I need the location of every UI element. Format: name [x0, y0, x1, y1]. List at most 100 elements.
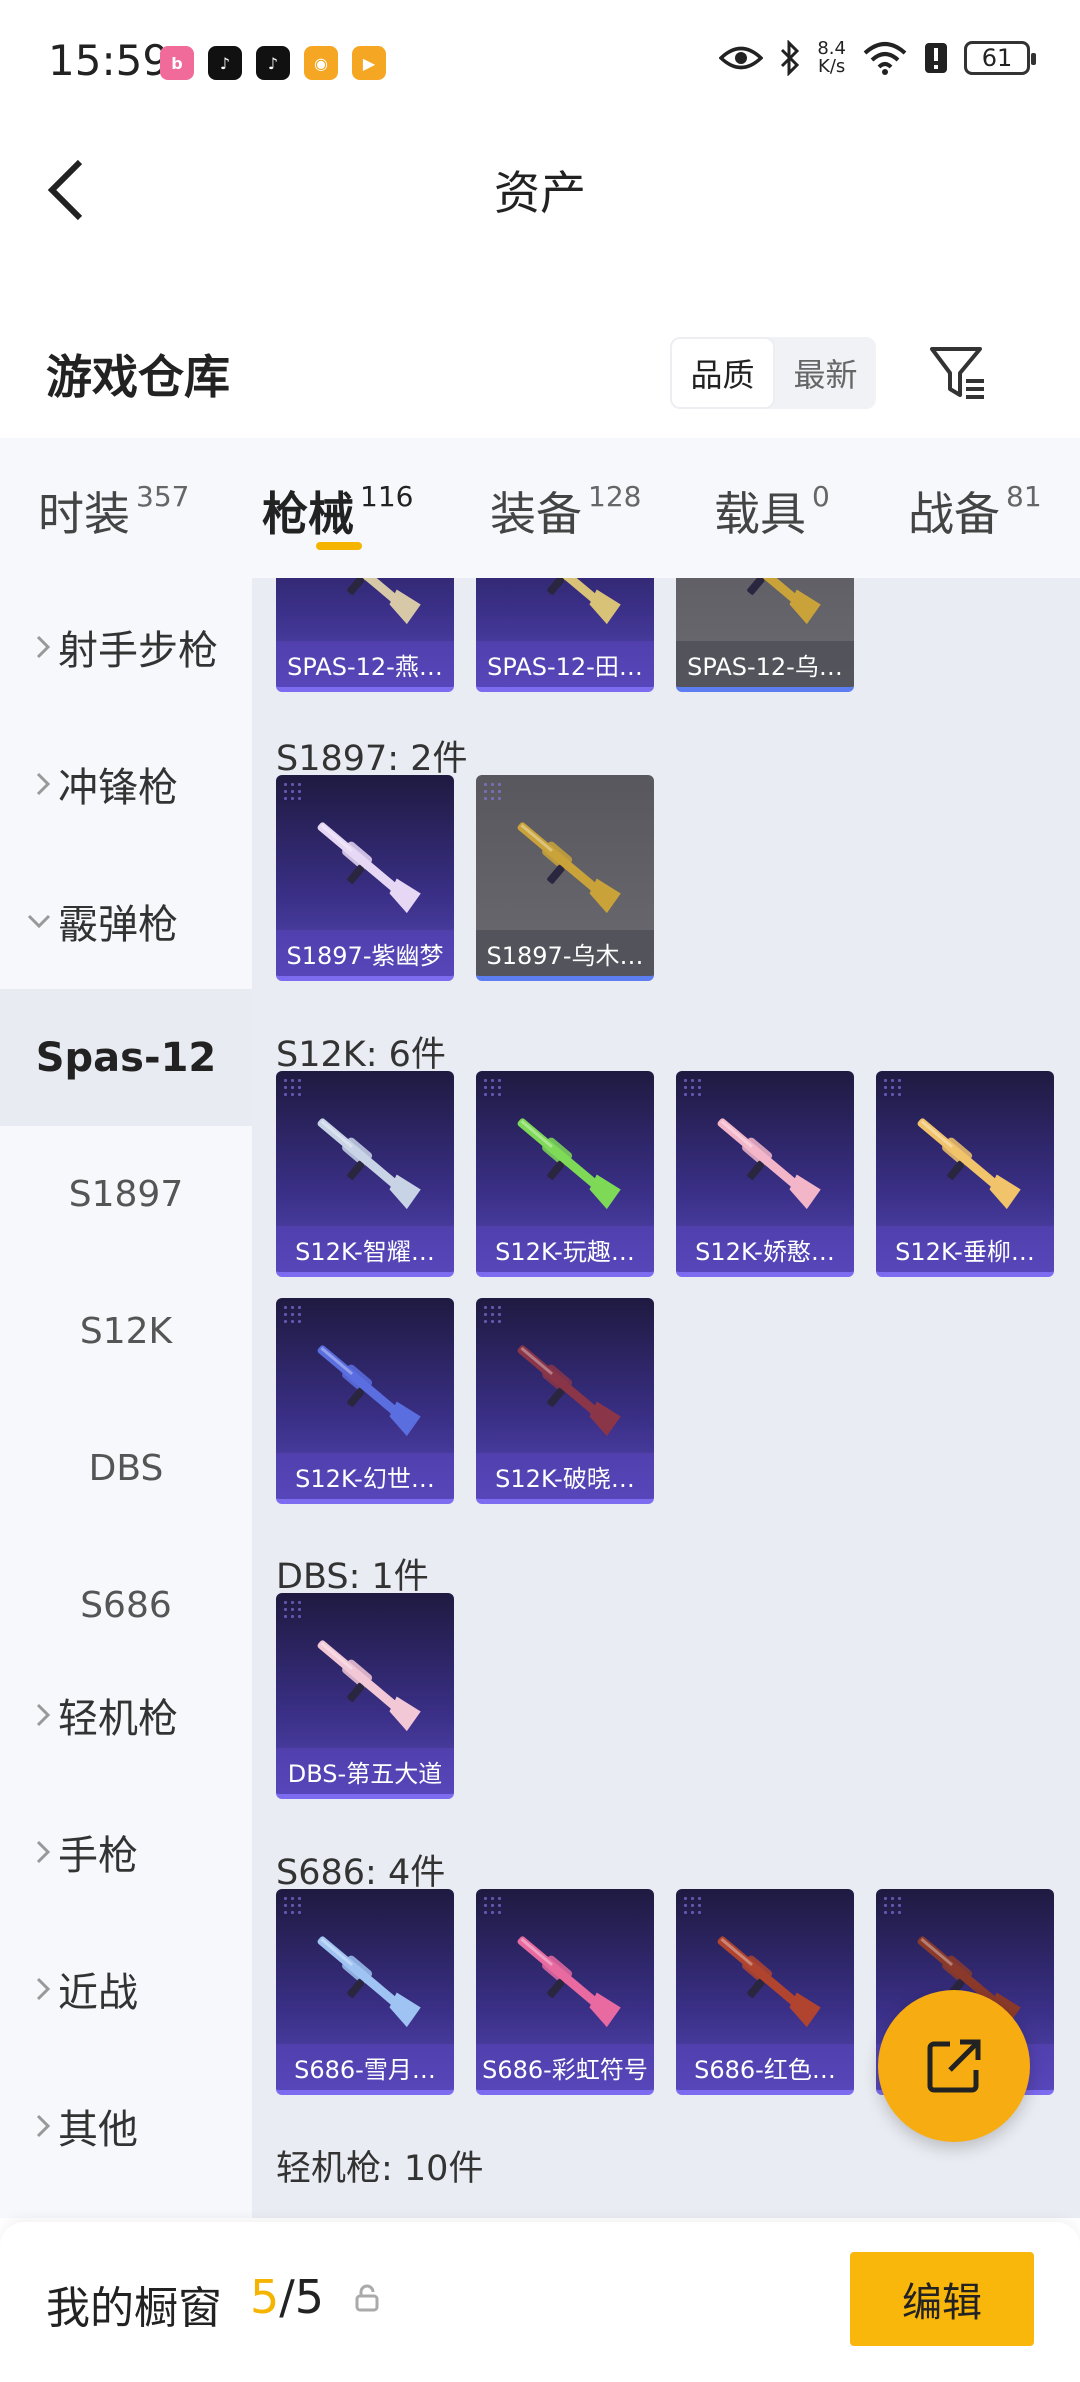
gun-image	[517, 578, 621, 625]
gun-image	[717, 1118, 821, 1210]
item-card[interactable]: S12K-幻世…	[276, 1298, 454, 1504]
sort-option-quality[interactable]: 品质	[670, 337, 775, 409]
filter-button[interactable]	[926, 341, 990, 405]
gun-image	[517, 1345, 621, 1437]
pattern-decoration	[282, 1895, 302, 1915]
gun-image	[517, 822, 621, 914]
item-card[interactable]: S1897-乌木…	[476, 775, 654, 981]
showcase-count: 5/5	[250, 2270, 325, 2324]
gun-image	[717, 1936, 821, 2028]
sort-option-newest[interactable]: 最新	[775, 337, 876, 409]
external-link-icon	[927, 2039, 981, 2093]
item-name: S12K-破晓…	[476, 1453, 654, 1499]
gun-image	[317, 1936, 421, 2028]
group-title: S1897: 2件	[276, 739, 468, 779]
sidebar-subitem-2[interactable]: S12K	[0, 1263, 252, 1400]
item-card[interactable]: S686-雪月…	[276, 1889, 454, 2095]
sidebar-category-label: 其他	[58, 2106, 138, 2153]
item-name: S686-彩虹符号	[476, 2044, 654, 2090]
pattern-decoration	[482, 781, 502, 801]
status-time: 15:59	[48, 36, 170, 85]
wifi-icon	[863, 42, 907, 75]
tab-count: 357	[136, 480, 190, 513]
pattern-decoration	[682, 1077, 702, 1097]
edit-button[interactable]: 编辑	[850, 2252, 1034, 2346]
gun-image	[317, 578, 421, 625]
sidebar-subitem-0[interactable]: Spas-12	[0, 989, 252, 1126]
warehouse-title: 游戏仓库	[46, 350, 230, 404]
item-card[interactable]: S686-彩虹符号	[476, 1889, 654, 2095]
tab-4[interactable]: 战备 81	[908, 478, 1042, 544]
pattern-decoration	[482, 1895, 502, 1915]
group-title: S686: 4件	[276, 1853, 446, 1893]
chevron-down-icon	[0, 912, 58, 930]
showcase-label: 我的橱窗	[46, 2283, 222, 2334]
tab-2[interactable]: 装备 128	[490, 478, 641, 544]
gun-image	[317, 1345, 421, 1437]
sort-toggle: 品质 最新	[670, 337, 876, 409]
sidebar-category-1[interactable]: 冲锋枪	[0, 715, 252, 852]
alert-icon	[925, 43, 947, 73]
chevron-right-icon	[0, 1839, 58, 1865]
gun-image	[317, 1118, 421, 1210]
sidebar-subitem-3[interactable]: DBS	[0, 1400, 252, 1537]
page-title: 资产	[494, 166, 586, 220]
tab-count: 0	[812, 480, 830, 513]
showcase-bar: 我的橱窗 5/5 编辑	[0, 2222, 1080, 2382]
item-name: SPAS-12-乌…	[676, 641, 854, 687]
filter-icon	[930, 347, 984, 399]
tab-3[interactable]: 载具 0	[714, 478, 830, 544]
item-card[interactable]: S12K-破晓…	[476, 1298, 654, 1504]
sidebar-category-4[interactable]: 手枪	[0, 1783, 252, 1920]
item-name: S12K-娇憨…	[676, 1226, 854, 1272]
gun-image	[517, 1118, 621, 1210]
tab-label: 枪械	[262, 487, 354, 541]
sidebar-category-0[interactable]: 射手步枪	[0, 578, 252, 715]
pattern-decoration	[282, 781, 302, 801]
sidebar-category-6[interactable]: 其他	[0, 2057, 252, 2194]
game-icon: ◉	[304, 46, 338, 80]
sidebar-subitem-4[interactable]: S686	[0, 1537, 252, 1674]
item-card[interactable]: S12K-玩趣…	[476, 1071, 654, 1277]
pattern-decoration	[282, 1304, 302, 1324]
tiktok-icon: ♪	[208, 46, 242, 80]
group-title: S12K: 6件	[276, 1035, 446, 1075]
sidebar-category-label: 手枪	[58, 1832, 138, 1879]
pattern-decoration	[882, 1895, 902, 1915]
bluetooth-icon	[781, 40, 800, 76]
item-card[interactable]: S12K-娇憨…	[676, 1071, 854, 1277]
item-name: S12K-智耀…	[276, 1226, 454, 1272]
sidebar-category-label: 轻机枪	[58, 1695, 178, 1742]
item-name: DBS-第五大道	[276, 1748, 454, 1794]
item-card[interactable]: SPAS-12-乌…	[676, 578, 854, 692]
net-speed: 8.4 K/s	[817, 38, 846, 77]
sidebar-category-label: 冲锋枪	[58, 764, 178, 811]
pattern-decoration	[282, 1599, 302, 1619]
item-name: SPAS-12-田…	[476, 641, 654, 687]
tab-label: 装备	[490, 487, 582, 541]
item-card[interactable]: S686-红色…	[676, 1889, 854, 2095]
sidebar-category-label: 霰弹枪	[58, 901, 178, 948]
sidebar-category-2[interactable]: 霰弹枪	[0, 852, 252, 989]
pattern-decoration	[482, 1304, 502, 1324]
item-card[interactable]: DBS-第五大道	[276, 1593, 454, 1799]
item-card[interactable]: S1897-紫幽梦	[276, 775, 454, 981]
header: 资产	[0, 125, 1080, 255]
tab-0[interactable]: 时装 357	[38, 478, 189, 544]
sidebar-category-5[interactable]: 近战	[0, 1920, 252, 2057]
lock-icon	[355, 2284, 379, 2312]
item-card[interactable]: S12K-智耀…	[276, 1071, 454, 1277]
status-indicators: 8.4 K/s 61	[719, 38, 1036, 77]
share-fab[interactable]	[878, 1990, 1030, 2142]
item-name: S1897-乌木…	[476, 930, 654, 976]
pattern-decoration	[482, 1077, 502, 1097]
sidebar: 射手步枪冲锋枪霰弹枪轻机枪手枪近战其他 Spas-12 S1897 S12K DBS S6…	[0, 578, 252, 2218]
item-card[interactable]: SPAS-12-田…	[476, 578, 654, 692]
gun-image	[517, 1936, 621, 2028]
sidebar-subitem-1[interactable]: S1897	[0, 1126, 252, 1263]
item-card[interactable]: SPAS-12-燕…	[276, 578, 454, 692]
chevron-right-icon	[0, 1976, 58, 2002]
item-name: S686-雪月…	[276, 2044, 454, 2090]
tab-1[interactable]: 枪械 116	[262, 478, 413, 544]
item-card[interactable]: S12K-垂柳…	[876, 1071, 1054, 1277]
